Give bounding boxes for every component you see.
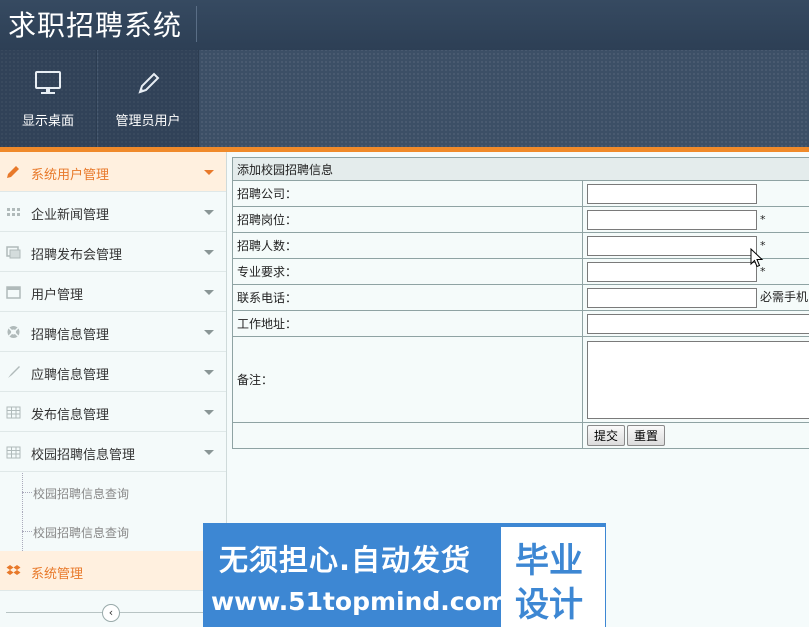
admin-user-label: 管理员用户 (115, 114, 181, 129)
form-row: 招聘岗位： * (232, 206, 809, 233)
monitor-icon (34, 70, 62, 99)
sidebar-item-job-fair[interactable]: 招聘发布会管理 (0, 232, 226, 272)
banner-slogan: 无须担心.自动发货 (219, 543, 472, 577)
banner-badge-line2: 设计 (515, 585, 583, 625)
form-title: 添加校园招聘信息 (232, 157, 809, 181)
sidebar-item-label: 发布信息管理 (31, 408, 110, 423)
sidebar-item-system-admin[interactable]: 系统管理 (0, 551, 226, 591)
sidebar-collapse-button[interactable]: ‹ (102, 604, 120, 622)
table-icon (6, 445, 21, 459)
field-cell (582, 180, 809, 207)
lifebuoy-icon (6, 325, 21, 339)
form-actions-row: 提交 重置 (232, 422, 809, 449)
form-row: 联系电话： 必需手机 (232, 284, 809, 311)
sidebar-item-label: 用户管理 (31, 288, 84, 303)
chevron-down-icon (204, 370, 214, 375)
watermark-banner: 无须担心.自动发货 www.51topmind.com 毕业 设计 (203, 523, 606, 627)
chevron-down-icon (204, 170, 214, 175)
phone-hint: 必需手机 (760, 290, 809, 304)
sidebar-subitem-label: 校园招聘信息查询 (33, 526, 130, 540)
brush-icon (6, 365, 21, 379)
reset-button[interactable]: 重置 (627, 425, 666, 446)
chevron-down-icon (204, 410, 214, 415)
form-row: 招聘人数： * (232, 232, 809, 259)
table-icon (6, 405, 21, 419)
campus-recruit-form: 添加校园招聘信息 招聘公司： 招聘岗位： * 招聘人数： * 专业要求： * 联… (232, 157, 809, 449)
field-label: 联系电话： (232, 284, 583, 311)
field-label: 专业要求： (232, 258, 583, 285)
sidebar-subitem-label: 校园招聘信息查询 (33, 487, 130, 501)
major-input[interactable] (587, 261, 757, 282)
form-row: 招聘公司： (232, 180, 809, 207)
chevron-down-icon (204, 330, 214, 335)
field-cell: 必需手机 (582, 284, 809, 311)
tree-line (22, 492, 32, 493)
sidebar-item-users[interactable]: 用户管理 (0, 272, 226, 312)
chevron-down-icon (204, 450, 214, 455)
sidebar: 系统用户管理 企业新闻管理 招聘发布会管理 用户管理 招聘信息管理 应聘信息管理 (0, 152, 227, 627)
gallery-icon (6, 245, 21, 259)
pencil-icon (134, 70, 162, 101)
mouse-cursor-icon (750, 247, 764, 268)
field-cell: * (582, 232, 809, 259)
phone-input[interactable] (587, 287, 757, 308)
sidebar-item-label: 招聘发布会管理 (31, 248, 123, 263)
sidebar-item-applications[interactable]: 应聘信息管理 (0, 352, 226, 392)
empty-cell (232, 422, 583, 449)
address-input[interactable] (587, 313, 809, 334)
required-mark: * (760, 213, 766, 226)
field-cell (582, 310, 809, 337)
toolbar: 显示桌面 管理员用户 (0, 50, 809, 147)
title-bar: 求职招聘系统 (0, 0, 809, 50)
field-cell: * (582, 206, 809, 233)
field-label: 备注： (232, 336, 583, 423)
banner-badge: 毕业 设计 (501, 527, 605, 627)
tree-line (22, 531, 32, 532)
sidebar-item-label: 企业新闻管理 (31, 208, 110, 223)
sidebar-item-campus-recruit[interactable]: 校园招聘信息管理 (0, 432, 226, 472)
banner-url: www.51topmind.com (211, 587, 508, 616)
sidebar-item-label: 校园招聘信息管理 (31, 448, 136, 463)
sidebar-item-system-users[interactable]: 系统用户管理 (0, 152, 226, 192)
sidebar-item-label: 招聘信息管理 (31, 328, 110, 343)
sidebar-subitem-campus-query[interactable]: 校园招聘信息查询 (0, 512, 226, 551)
field-label: 招聘人数： (232, 232, 583, 259)
sidebar-item-label: 系统管理 (31, 567, 84, 582)
headcount-input[interactable] (587, 235, 757, 256)
sidebar-item-job-info[interactable]: 招聘信息管理 (0, 312, 226, 352)
form-row: 工作地址： (232, 310, 809, 337)
sidebar-item-label: 系统用户管理 (31, 168, 110, 183)
pencil-icon (6, 165, 21, 179)
form-header-row: 添加校园招聘信息 (232, 157, 809, 181)
banner-badge-line1: 毕业 (515, 541, 583, 581)
title-divider (196, 6, 197, 42)
position-input[interactable] (587, 209, 757, 230)
form-row: 专业要求： * (232, 258, 809, 285)
app-header: 求职招聘系统 显示桌面 管理员用户 (0, 0, 809, 147)
sidebar-item-publish-info[interactable]: 发布信息管理 (0, 392, 226, 432)
sidebar-item-company-news[interactable]: 企业新闻管理 (0, 192, 226, 232)
submit-button[interactable]: 提交 (587, 425, 626, 446)
show-desktop-button[interactable]: 显示桌面 (0, 50, 97, 147)
chevron-down-icon (204, 290, 214, 295)
field-cell: * (582, 258, 809, 285)
grid-icon (6, 205, 21, 219)
field-label: 招聘公司： (232, 180, 583, 207)
field-label: 招聘岗位： (232, 206, 583, 233)
field-cell (582, 336, 809, 423)
remark-textarea[interactable] (587, 340, 809, 419)
actions-cell: 提交 重置 (582, 422, 809, 449)
admin-user-button[interactable]: 管理员用户 (98, 50, 199, 147)
app-title: 求职招聘系统 (8, 9, 183, 42)
chevron-down-icon (204, 250, 214, 255)
show-desktop-label: 显示桌面 (21, 114, 74, 129)
field-label: 工作地址： (232, 310, 583, 337)
company-input[interactable] (587, 183, 757, 204)
dropbox-icon (6, 564, 21, 578)
sidebar-subitem-campus-query[interactable]: 校园招聘信息查询 (0, 473, 226, 512)
sidebar-item-label: 应聘信息管理 (31, 368, 110, 383)
form-row: 备注： (232, 336, 809, 423)
calendar-icon (6, 285, 21, 299)
chevron-down-icon (204, 210, 214, 215)
